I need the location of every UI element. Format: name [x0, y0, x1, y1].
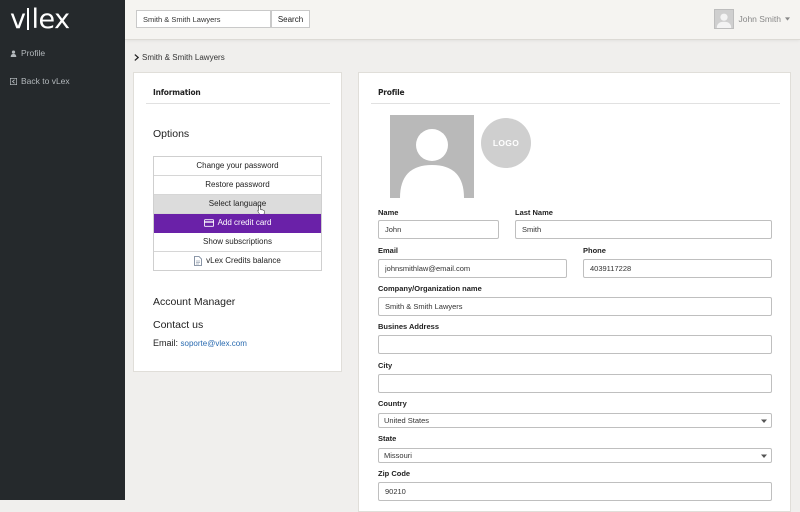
information-panel: Information Options Change your password… [133, 72, 342, 372]
options-heading: Options [153, 128, 190, 140]
country-value: United States [384, 416, 430, 425]
state-label: State [378, 434, 397, 443]
option-label: Add credit card [217, 218, 272, 227]
add-credit-card-button[interactable]: Add credit card [154, 214, 321, 233]
country-label: Country [378, 399, 407, 408]
email-field[interactable] [378, 259, 567, 278]
vlex-credits-balance-button[interactable]: vLex Credits balance [154, 252, 321, 270]
company-logo-placeholder[interactable]: LOGO [481, 118, 531, 168]
logo-bar [27, 8, 30, 30]
account-manager-heading: Account Manager [153, 296, 236, 308]
document-icon [194, 256, 203, 266]
company-field[interactable] [378, 297, 772, 316]
option-label: Change your password [196, 161, 279, 170]
search-button[interactable]: Search [271, 10, 310, 28]
show-subscriptions-button[interactable]: Show subscriptions [154, 233, 321, 252]
search-input[interactable] [136, 10, 271, 28]
user-icon [10, 49, 17, 57]
person-silhouette-icon [400, 129, 464, 198]
caret-down-icon [785, 17, 790, 21]
city-field[interactable] [378, 374, 772, 393]
select-language-button[interactable]: Select language [154, 195, 321, 215]
business-address-field[interactable] [378, 335, 772, 354]
profile-photo[interactable] [390, 115, 474, 198]
company-label: Company/Organization name [378, 284, 482, 293]
divider [371, 103, 780, 104]
business-address-label: Busines Address [378, 322, 439, 331]
phone-label: Phone [583, 246, 606, 255]
panel-title: Profile [378, 88, 405, 97]
back-square-icon [10, 77, 17, 85]
restore-password-button[interactable]: Restore password [154, 176, 321, 195]
sidebar-item-label: Profile [21, 48, 46, 58]
city-label: City [378, 361, 393, 370]
contact-us-heading: Contact us [153, 319, 204, 331]
last-name-field[interactable] [515, 220, 772, 239]
support-email-link[interactable]: soporte@vlex.com [181, 339, 247, 348]
zip-code-field[interactable] [378, 482, 772, 501]
divider [146, 103, 330, 104]
phone-field[interactable] [583, 259, 772, 278]
state-select[interactable]: Missouri [378, 448, 772, 463]
contact-email: Email: soporte@vlex.com [153, 338, 247, 348]
name-field[interactable] [378, 220, 499, 239]
country-select[interactable]: United States [378, 413, 772, 428]
sidebar-item-back-to-vlex[interactable]: Back to vLex [10, 76, 70, 86]
name-label: Name [378, 208, 399, 217]
select-caret-icon [761, 419, 767, 423]
profile-panel: Profile LOGO Name Last Name Email Phone … [358, 72, 791, 512]
last-name-label: Last Name [515, 208, 553, 217]
default-avatar-icon [717, 13, 732, 28]
email-label: Email: [153, 338, 179, 348]
option-label: vLex Credits balance [206, 256, 281, 265]
options-list: Change your password Restore password Se… [153, 156, 322, 271]
avatar [714, 9, 735, 29]
logo-text-right: lex [31, 4, 70, 35]
option-label: Show subscriptions [203, 237, 272, 246]
user-name: John Smith [738, 14, 781, 24]
state-value: Missouri [384, 451, 412, 460]
breadcrumb-current[interactable]: Smith & Smith Lawyers [142, 53, 225, 62]
chevron-right-icon [134, 54, 139, 61]
select-caret-icon [761, 454, 767, 458]
top-header: Search John Smith [125, 0, 800, 40]
change-password-button[interactable]: Change your password [154, 157, 321, 176]
zip-code-label: Zip Code [378, 469, 411, 478]
breadcrumb: Smith & Smith Lawyers [134, 53, 225, 62]
user-menu[interactable]: John Smith [714, 9, 790, 29]
email-label: Email [378, 246, 399, 255]
credit-card-icon [203, 219, 214, 227]
panel-title: Information [153, 88, 201, 97]
option-label: Restore password [205, 180, 270, 189]
vlex-logo[interactable]: v lex [10, 4, 70, 35]
sidebar-item-label: Back to vLex [21, 76, 70, 86]
sidebar-item-profile[interactable]: Profile [10, 48, 45, 58]
logo-text-left: v [10, 4, 26, 35]
sidebar: v lex Profile Back to vLex [0, 0, 125, 500]
